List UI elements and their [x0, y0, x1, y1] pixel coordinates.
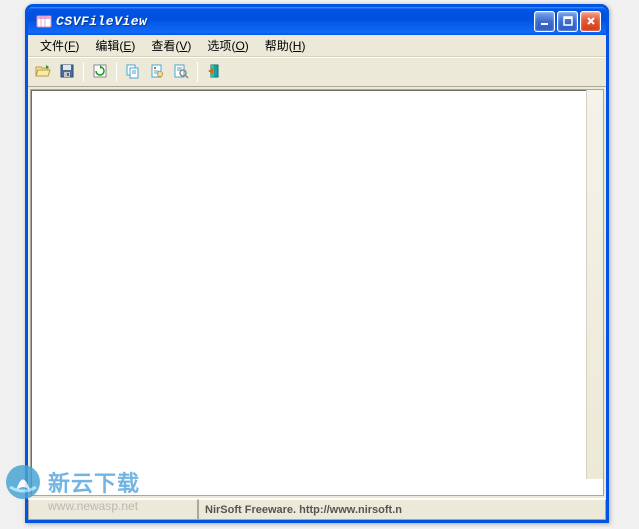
close-button[interactable] [580, 11, 601, 32]
exit-icon [206, 63, 222, 82]
titlebar[interactable]: CSVFileView [28, 7, 606, 35]
menu-view[interactable]: 查看(V) [143, 35, 199, 56]
minimize-button[interactable] [534, 11, 555, 32]
refresh-icon [92, 63, 108, 82]
statusbar: NirSoft Freeware. http://www.nirsoft.n [28, 498, 606, 520]
copy-icon [125, 63, 141, 82]
refresh-button[interactable] [89, 61, 111, 83]
menu-help[interactable]: 帮助(H) [257, 35, 314, 56]
save-diskette-icon [59, 63, 75, 82]
properties-icon [149, 63, 165, 82]
status-left [28, 499, 198, 520]
application-window: CSVFileView 文件(F) 编辑(E) 查看(V) 选项(O) 帮助(H… [25, 4, 609, 523]
save-button[interactable] [56, 61, 78, 83]
copy-button[interactable] [122, 61, 144, 83]
open-folder-icon [35, 63, 51, 82]
find-button[interactable] [170, 61, 192, 83]
menu-file[interactable]: 文件(F) [32, 35, 87, 56]
toolbar-separator [197, 62, 198, 82]
status-right: NirSoft Freeware. http://www.nirsoft.n [198, 499, 606, 520]
toolbar-separator [83, 62, 84, 82]
window-title: CSVFileView [56, 14, 534, 29]
toolbar-separator [116, 62, 117, 82]
app-icon [36, 13, 52, 29]
open-button[interactable] [32, 61, 54, 83]
window-controls [534, 11, 601, 32]
menu-edit[interactable]: 编辑(E) [87, 35, 143, 56]
menu-options[interactable]: 选项(O) [199, 35, 256, 56]
properties-button[interactable] [146, 61, 168, 83]
find-icon [173, 63, 189, 82]
list-view[interactable] [30, 89, 604, 496]
toolbar [28, 57, 606, 87]
maximize-button[interactable] [557, 11, 578, 32]
menubar: 文件(F) 编辑(E) 查看(V) 选项(O) 帮助(H) [28, 35, 606, 57]
exit-button[interactable] [203, 61, 225, 83]
